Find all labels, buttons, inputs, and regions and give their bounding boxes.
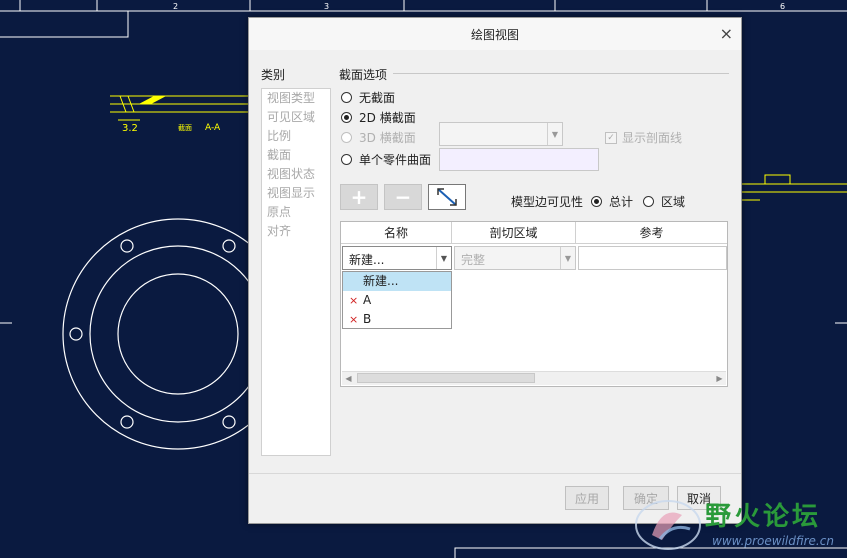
item-label: A: [363, 293, 372, 307]
dropdown-item-b[interactable]: × B: [343, 310, 451, 329]
visibility-label: 模型边可见性: [511, 195, 584, 209]
category-view-display[interactable]: 视图显示: [262, 184, 330, 203]
x-mark-icon: ×: [349, 294, 359, 307]
radio-no-section[interactable]: 无截面: [341, 88, 395, 106]
radio-label: 2D 横截面: [359, 110, 416, 125]
ruler-label: 3: [324, 2, 329, 11]
watermark-url: www.proewildfire.cn: [712, 534, 834, 548]
section-name: A-A: [205, 123, 221, 133]
radio-region-label: 区域: [661, 195, 686, 209]
chevron-down-icon[interactable]: ▼: [547, 123, 562, 145]
dropdown-item-new[interactable]: 新建...: [343, 272, 451, 291]
checkbox-label: 显示剖面线: [622, 131, 683, 145]
categories-list: 视图类型 可见区域 比例 截面 视图状态 视图显示 原点 对齐: [261, 88, 331, 456]
chevron-down-icon[interactable]: ▼: [436, 247, 451, 269]
radio-2d-section[interactable]: 2D 横截面: [341, 108, 416, 126]
category-visible-area[interactable]: 可见区域: [262, 108, 330, 127]
radio-3d-section[interactable]: 3D 横截面: [341, 128, 416, 146]
radio-label: 单个零件曲面: [359, 152, 432, 167]
name-dropdown-list: 新建... × A × B: [342, 271, 452, 329]
watermark-logo-icon: [635, 500, 701, 550]
radio-total-label: 总计: [609, 195, 634, 209]
radio-total-icon[interactable]: [591, 196, 603, 207]
chevron-down-icon[interactable]: ▼: [560, 247, 575, 269]
category-scale[interactable]: 比例: [262, 127, 330, 146]
dropdown-item-a[interactable]: × A: [343, 291, 451, 310]
close-icon[interactable]: ×: [720, 24, 733, 43]
footer-divider: [249, 473, 741, 474]
radio-selected-icon[interactable]: [341, 111, 352, 123]
radio-region-icon[interactable]: [643, 196, 655, 207]
section-options-label: 截面选项: [339, 68, 388, 82]
radio-icon[interactable]: [341, 91, 352, 103]
category-origin[interactable]: 原点: [262, 203, 330, 222]
category-alignment[interactable]: 对齐: [262, 222, 330, 241]
model-edge-visibility: 模型边可见性 总计 区域: [511, 193, 685, 210]
flip-arrows-icon: [437, 188, 457, 206]
name-combo[interactable]: 新建... ▼: [342, 246, 452, 270]
section-prefix: 截面: [178, 123, 192, 132]
category-sections[interactable]: 截面: [262, 146, 330, 165]
surface-select-field[interactable]: [439, 148, 599, 171]
category-view-states[interactable]: 视图状态: [262, 165, 330, 184]
3d-section-combo[interactable]: ▼: [439, 122, 563, 146]
item-label: B: [363, 312, 372, 326]
column-header-name[interactable]: 名称: [341, 222, 452, 244]
drawing-view-dialog: 绘图视图 × 类别 视图类型 可见区域 比例 截面 视图状态 视图显示 原点 对…: [248, 17, 742, 524]
column-header-reference[interactable]: 参考: [576, 222, 727, 244]
column-header-cut-region[interactable]: 剖切区域: [452, 222, 576, 244]
ruler-label: 6: [780, 2, 785, 11]
category-view-type[interactable]: 视图类型: [262, 89, 330, 108]
item-label: 新建...: [363, 274, 399, 288]
checkbox-icon[interactable]: ✓: [605, 131, 617, 144]
ruler-label: 2: [173, 2, 178, 11]
remove-section-button[interactable]: −: [384, 184, 422, 210]
dimension-text: 3.2: [122, 123, 138, 134]
cut-region-combo[interactable]: 完整 ▼: [454, 246, 576, 270]
radio-icon[interactable]: [341, 153, 352, 165]
radio-label: 3D 横截面: [359, 130, 416, 145]
radio-icon[interactable]: [341, 131, 352, 143]
x-mark-icon: ×: [349, 313, 359, 326]
radio-single-part-surface[interactable]: 单个零件曲面: [341, 150, 431, 168]
watermark-text: 野火论坛: [705, 502, 822, 532]
scroll-right-icon[interactable]: ▶: [713, 372, 726, 385]
flip-direction-button[interactable]: [428, 184, 466, 210]
reference-field[interactable]: [578, 246, 727, 270]
show-section-lines-checkbox[interactable]: ✓ 显示剖面线: [605, 129, 682, 146]
add-section-button[interactable]: +: [340, 184, 378, 210]
apply-button[interactable]: 应用: [565, 486, 609, 510]
cut-region-value: 完整: [461, 253, 486, 267]
section-divider: [393, 73, 729, 74]
dialog-title: 绘图视图: [470, 28, 519, 42]
scrollbar-thumb[interactable]: [357, 373, 535, 383]
horizontal-scrollbar[interactable]: ◀ ▶: [342, 371, 726, 385]
categories-label: 类别: [261, 68, 286, 82]
radio-label: 无截面: [359, 90, 396, 105]
scroll-left-icon[interactable]: ◀: [342, 372, 355, 385]
dialog-titlebar[interactable]: 绘图视图 ×: [249, 18, 741, 50]
name-combo-value: 新建...: [349, 253, 385, 267]
